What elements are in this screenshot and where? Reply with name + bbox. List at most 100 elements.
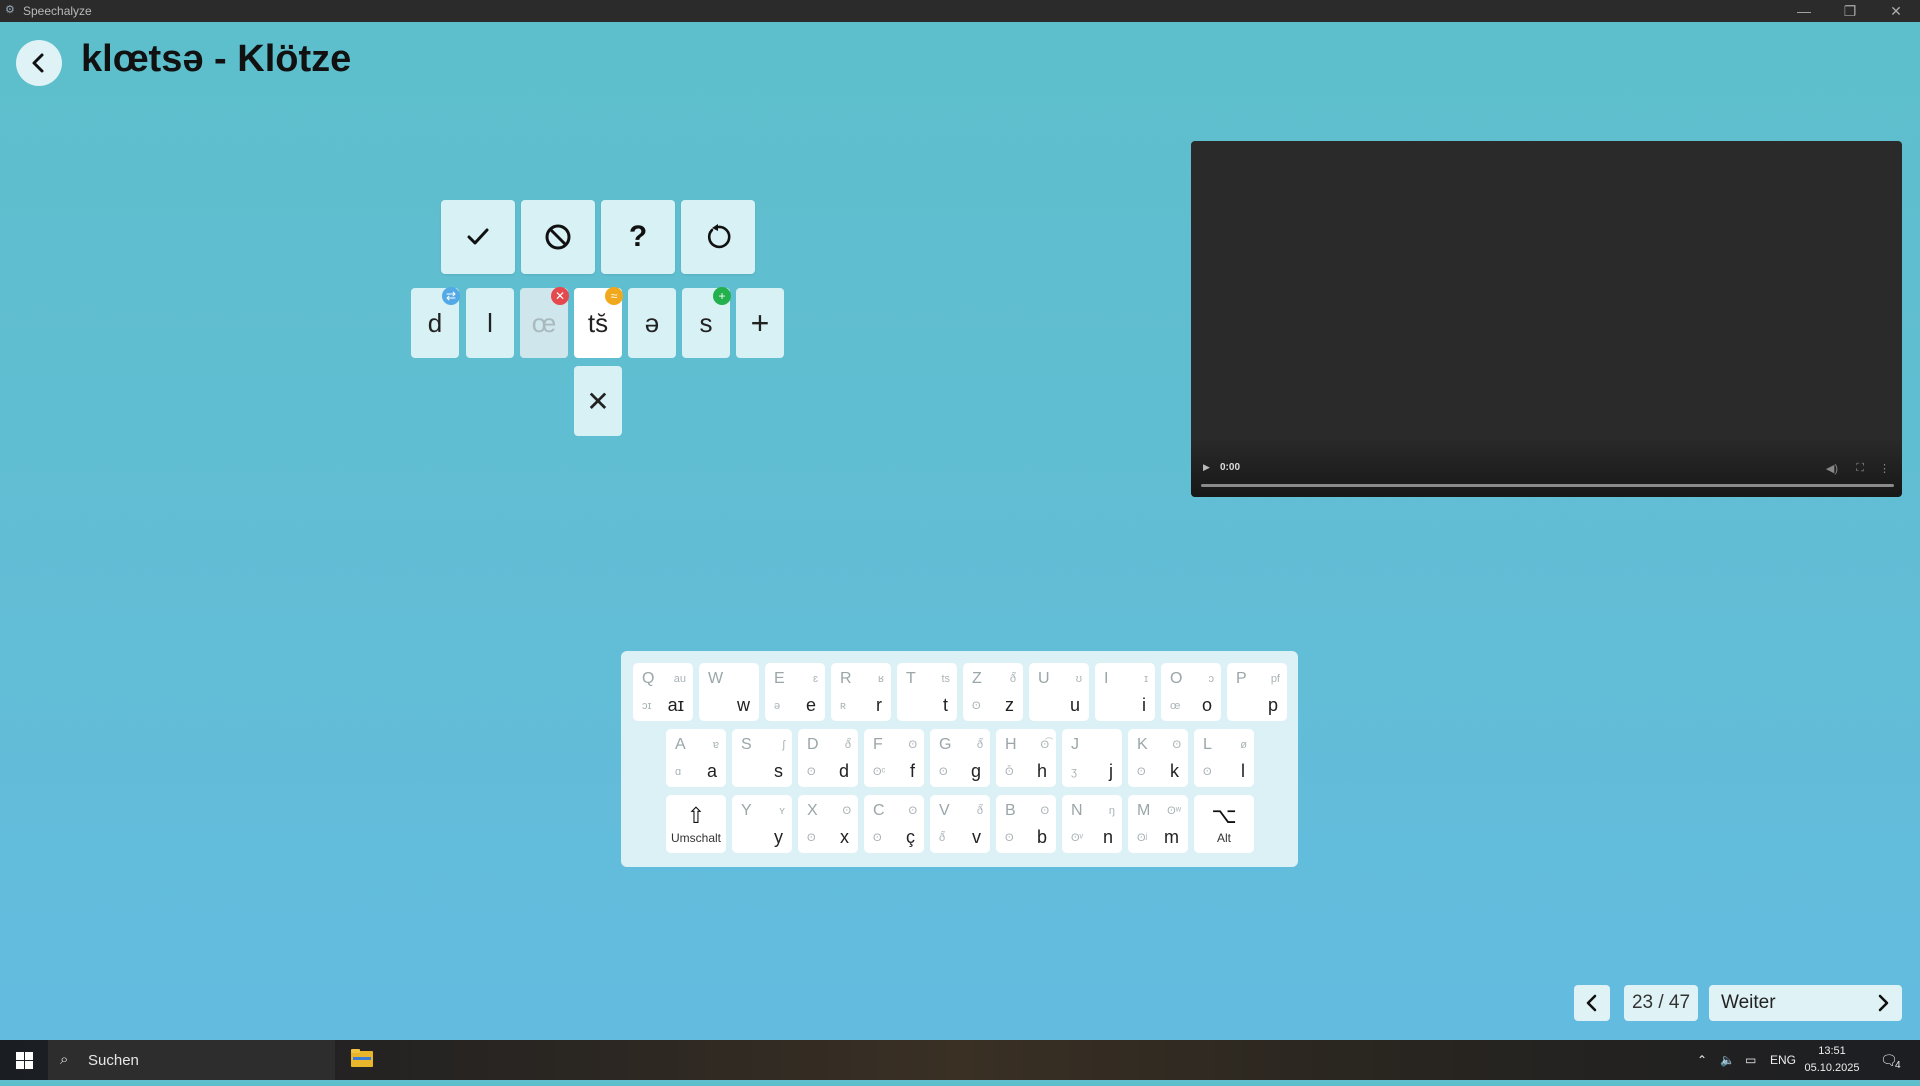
key-primary-symbol: m xyxy=(1164,827,1179,847)
volume-tray-icon[interactable]: 🔈 xyxy=(1720,1040,1735,1080)
shift-key[interactable]: ⇧ Umschalt xyxy=(666,795,726,853)
more-options-icon[interactable]: ⋮ xyxy=(1879,462,1890,475)
distortion-icon: ≈ xyxy=(605,287,623,305)
key-alt-symbol: ʁ xyxy=(878,673,884,685)
key-letter: M xyxy=(1137,802,1151,819)
alt-key[interactable]: ⌥ Alt xyxy=(1194,795,1254,853)
taskbar-clock[interactable]: 13:51 05.10.2025 xyxy=(1800,1043,1864,1077)
swap-icon: ⇄ xyxy=(442,287,460,305)
key-alt-symbol: ʘ xyxy=(1137,766,1146,778)
keyboard-key[interactable]: Iɪi xyxy=(1095,663,1155,721)
keyboard-key[interactable]: Oɔ œ o xyxy=(1161,663,1221,721)
key-letter: G xyxy=(939,736,952,753)
back-button[interactable] xyxy=(16,40,62,86)
key-letter: T xyxy=(906,670,916,687)
phoneme-tile[interactable]: d ⇄ xyxy=(411,287,460,358)
phoneme-tile[interactable]: œ ✕ xyxy=(520,287,569,358)
unsure-button[interactable]: ? xyxy=(601,200,675,274)
key-alt-symbol: ʘ xyxy=(842,805,851,817)
key-alt-symbol: ŋ xyxy=(1108,805,1115,817)
phoneme-tile-selected[interactable]: ts̆ ≈ xyxy=(574,287,623,358)
keyboard-key[interactable]: Uʊu xyxy=(1029,663,1089,721)
key-primary-symbol: i xyxy=(1142,695,1146,715)
reset-button[interactable] xyxy=(681,200,755,274)
keyboard-key[interactable]: Sʃs xyxy=(732,729,792,787)
network-icon[interactable]: ▭ xyxy=(1745,1040,1756,1080)
video-player[interactable]: ▶ 0:00 ◀) ⛶ ⋮ xyxy=(1191,141,1902,497)
keyboard-key[interactable]: Lø ʘ l xyxy=(1194,729,1254,787)
confirm-button[interactable] xyxy=(441,200,515,274)
key-alt-symbol: ʘ xyxy=(1172,739,1181,751)
key-alt-symbol: ʘʷ xyxy=(1167,805,1181,817)
keyboard-key[interactable]: Kʘʘk xyxy=(1128,729,1188,787)
add-phoneme-button[interactable]: + xyxy=(736,288,784,358)
key-alt-symbol: ʘ xyxy=(908,805,917,817)
phoneme-tile[interactable]: s + xyxy=(682,287,731,358)
reject-button[interactable] xyxy=(521,200,595,274)
phoneme-tile[interactable]: ə xyxy=(628,288,676,358)
fullscreen-icon[interactable]: ⛶ xyxy=(1856,462,1864,475)
keyboard-key[interactable]: Nŋ ʘᵛ n xyxy=(1062,795,1122,853)
key-alt-symbol: ʘᶜ xyxy=(873,766,886,778)
key-alt-symbol: ə xyxy=(774,700,781,712)
key-primary-symbol: f xyxy=(909,761,915,781)
key-alt-symbol: ɔ xyxy=(1208,673,1215,685)
key-primary-symbol: d xyxy=(838,761,849,781)
key-alt-symbol: ɪ xyxy=(1144,673,1148,685)
keyboard-key[interactable]: Vð̃ ð̃ v xyxy=(930,795,990,853)
keyboard-key[interactable]: Yʏy xyxy=(732,795,792,853)
minimize-button[interactable]: — xyxy=(1781,0,1827,22)
keyboard-key[interactable]: Aɐ ɑ a xyxy=(666,729,726,787)
play-icon[interactable]: ▶ xyxy=(1203,462,1210,473)
start-button[interactable] xyxy=(0,1040,48,1080)
keyboard-key[interactable]: Tts t xyxy=(897,663,957,721)
key-primary-symbol: u xyxy=(1069,695,1080,715)
keyboard-key[interactable]: Hʘ͡ ʘ̌ h xyxy=(996,729,1056,787)
keyboard-key[interactable]: Ppf p xyxy=(1227,663,1287,721)
search-placeholder: Suchen xyxy=(88,1052,139,1069)
key-primary-symbol: ç xyxy=(906,827,915,847)
remove-phoneme-button[interactable]: ✕ xyxy=(574,366,622,436)
restore-button[interactable]: ❐ xyxy=(1827,0,1873,22)
key-primary-symbol: v xyxy=(972,827,981,847)
keyboard-key[interactable]: Eɛ ə e xyxy=(765,663,825,721)
key-alt-symbol: ð̃ xyxy=(1009,673,1016,685)
key-letter: J xyxy=(1071,736,1079,753)
key-alt-symbol: ʏ xyxy=(779,805,785,817)
key-alt-symbol: ð̃ xyxy=(976,739,983,751)
keyboard-key[interactable]: Gð̃ ʘ g xyxy=(930,729,990,787)
key-primary-symbol: aɪ xyxy=(667,695,684,715)
keyboard-key[interactable]: Mʘʷ ʘʲ m xyxy=(1128,795,1188,853)
previous-button[interactable] xyxy=(1574,985,1610,1021)
key-letter: X xyxy=(807,802,818,819)
keyboard-key[interactable]: Zð̃ ʘ z xyxy=(963,663,1023,721)
keyboard-key[interactable]: Cʘʘç xyxy=(864,795,924,853)
key-alt-symbol: ʃ xyxy=(782,739,785,751)
keyboard-key[interactable]: Jʒ j xyxy=(1062,729,1122,787)
keyboard-key[interactable]: Dð̃ ʘ d xyxy=(798,729,858,787)
keyboard-key[interactable]: Ww xyxy=(699,663,759,721)
volume-icon[interactable]: ◀) xyxy=(1826,462,1838,475)
language-indicator[interactable]: ENG xyxy=(1770,1040,1796,1080)
check-icon xyxy=(467,228,489,245)
keyboard-key[interactable]: Qau ɔɪ aɪ xyxy=(633,663,693,721)
file-explorer-icon[interactable] xyxy=(350,1048,374,1070)
next-button[interactable]: Weiter xyxy=(1709,985,1902,1021)
video-progress-bar[interactable] xyxy=(1201,484,1894,487)
keyboard-key[interactable]: Bʘʘb xyxy=(996,795,1056,853)
keyboard-key[interactable]: Fʘ ʘᶜ f xyxy=(864,729,924,787)
close-window-button[interactable]: ✕ xyxy=(1873,0,1919,22)
tray-overflow-icon[interactable]: ⌃ xyxy=(1697,1040,1707,1080)
key-alt-symbol: ts xyxy=(941,673,950,685)
key-letter: O xyxy=(1170,670,1183,687)
key-alt-symbol: ʘ xyxy=(807,766,816,778)
key-letter: P xyxy=(1236,670,1247,687)
key-alt-symbol: au xyxy=(673,673,686,685)
ban-icon xyxy=(545,224,571,250)
video-time: 0:00 xyxy=(1220,462,1241,473)
keyboard-key[interactable]: Rʁ ʀ r xyxy=(831,663,891,721)
phoneme-tile[interactable]: l xyxy=(466,288,514,358)
key-alt-symbol: ʘ͡ xyxy=(1040,739,1049,751)
taskbar-search[interactable]: ⌕ Suchen xyxy=(48,1040,335,1080)
keyboard-key[interactable]: Xʘʘx xyxy=(798,795,858,853)
